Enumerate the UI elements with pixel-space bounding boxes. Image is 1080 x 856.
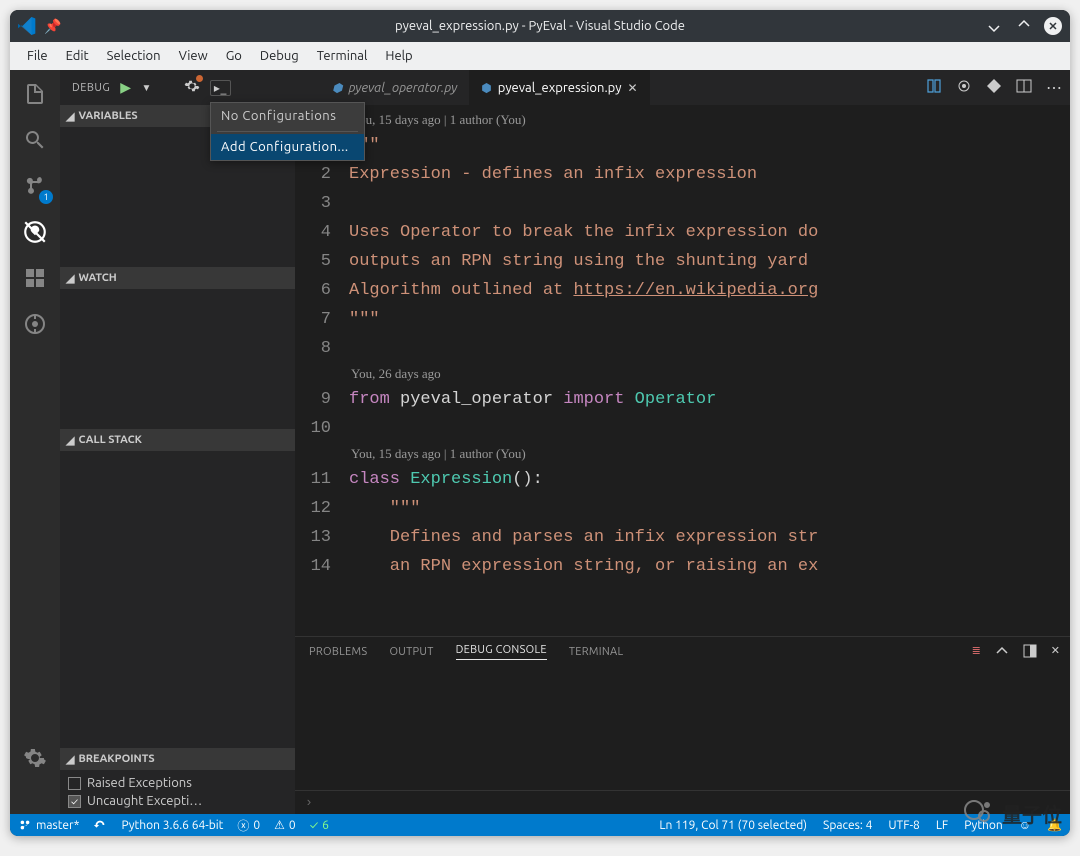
panel-tab-problems[interactable]: PROBLEMS [309,646,367,658]
section-callstack[interactable]: ◢CALL STACK [60,429,295,451]
maximize-button[interactable] [1014,16,1034,36]
minimize-button[interactable] [984,16,1004,36]
debug-console-body[interactable] [295,667,1070,790]
panel-tab-terminal[interactable]: TERMINAL [569,646,624,658]
close-button[interactable]: ✕ [1044,17,1062,35]
scm-icon[interactable]: 1 [21,172,49,200]
clear-console-icon[interactable]: ≣ [972,644,981,661]
watermark-logo-icon [962,798,998,828]
dropdown-no-config[interactable]: No Configurations [211,103,364,129]
explorer-icon[interactable] [21,80,49,108]
status-sync[interactable] [93,818,107,832]
diff-icon[interactable] [986,78,1002,98]
settings-icon[interactable] [21,744,49,772]
bottom-panel: PROBLEMS OUTPUT DEBUG CONSOLE TERMINAL ≣… [295,636,1070,814]
code-text[interactable]: You, 15 days ago | 1 author (You) """ Ex… [349,105,1000,636]
editor-area: ⬢ pyeval_operator.py ⬢ pyeval_expression… [295,70,1070,814]
menu-debug[interactable]: Debug [251,49,308,63]
codelens[interactable]: You, 15 days ago | 1 author (You) [349,443,1000,465]
debug-console-input[interactable]: › [295,790,1070,814]
status-spaces[interactable]: Spaces: 4 [823,819,872,832]
code-editor[interactable]: 1 2 3 4 5 6 7 8 9 10 11 12 13 14 [295,105,1070,636]
panel-tab-output[interactable]: OUTPUT [389,646,433,658]
scm-badge: 1 [39,190,53,204]
python-file-icon: ⬢ [332,81,342,95]
collapse-icon[interactable] [995,644,1009,661]
menubar: File Edit Selection View Go Debug Termin… [10,42,1070,70]
close-panel-icon[interactable]: ✕ [1051,644,1060,661]
sidebar-title: DEBUG [72,82,110,94]
status-branch[interactable]: master* [18,818,79,832]
split-editor-icon[interactable] [1016,78,1032,98]
status-errors[interactable]: ⓧ 0 [237,817,260,834]
gitlens-icon[interactable] [21,310,49,338]
section-watch[interactable]: ◢WATCH [60,267,295,289]
activity-bar: 1 [10,70,60,814]
tab-pyeval-expression[interactable]: ⬢ pyeval_expression.py ✕ [469,70,649,105]
menu-edit[interactable]: Edit [57,49,98,63]
section-breakpoints[interactable]: ◢BREAKPOINTS [60,748,295,770]
configure-button[interactable] [184,78,200,97]
codelens[interactable]: You, 15 days ago | 1 author (You) [349,109,1000,131]
menu-terminal[interactable]: Terminal [308,49,377,63]
menu-selection[interactable]: Selection [98,49,170,63]
watermark: 量子位 [962,798,1062,828]
tab-pyeval-operator[interactable]: ⬢ pyeval_operator.py [320,70,469,105]
pin-icon[interactable]: 📌 [44,18,61,35]
editor-tabs: ⬢ pyeval_operator.py ⬢ pyeval_expression… [295,70,1070,105]
extensions-icon[interactable] [21,264,49,292]
tab-close-button[interactable]: ✕ [627,81,637,95]
config-dropdown-menu: No Configurations Add Configuration... [210,102,365,161]
dropdown-add-config[interactable]: Add Configuration... [211,134,364,160]
status-checks[interactable]: ✓ 6 [310,819,329,832]
status-python[interactable]: Python 3.6.6 64-bit [121,819,223,832]
checkbox-checked-icon[interactable]: ✓ [68,795,81,808]
breakpoint-raised[interactable]: Raised Exceptions [68,774,287,792]
compare-icon[interactable] [926,78,942,98]
debug-console-toggle[interactable]: ▸_ [210,80,231,96]
line-numbers: 1 2 3 4 5 6 7 8 9 10 11 12 13 14 [295,105,349,636]
panel-tab-debugconsole[interactable]: DEBUG CONSOLE [456,644,547,660]
menu-help[interactable]: Help [376,49,421,63]
menu-file[interactable]: File [18,49,57,63]
checkbox-unchecked-icon[interactable] [68,777,81,790]
config-dropdown-button[interactable]: ▼ [142,82,152,94]
codelens[interactable]: You, 26 days ago [349,363,1000,385]
minimap[interactable] [1000,105,1070,636]
start-debug-button[interactable]: ▶ [120,79,131,96]
vscode-icon [18,17,36,35]
debug-icon[interactable] [21,218,49,246]
status-warnings[interactable]: ⚠ 0 [274,818,296,832]
more-icon[interactable]: ⋯ [1046,78,1062,98]
menu-view[interactable]: View [170,49,217,63]
python-file-icon: ⬢ [481,81,491,95]
window-title: pyeval_expression.py - PyEval - Visual S… [395,19,685,33]
status-encoding[interactable]: UTF-8 [888,819,919,832]
breakpoint-uncaught[interactable]: ✓Uncaught Excepti… [68,792,287,810]
statusbar: master* Python 3.6.6 64-bit ⓧ 0 ⚠ 0 ✓ 6 … [10,814,1070,836]
titlebar: 📌 pyeval_expression.py - PyEval - Visual… [10,10,1070,42]
gitlens-toggle-icon[interactable] [956,78,972,98]
maximize-panel-icon[interactable] [1023,644,1037,661]
debug-sidebar: DEBUG ▶ ▼ ▸_ No Configurations Add Confi… [60,70,295,814]
status-position[interactable]: Ln 119, Col 71 (70 selected) [659,819,807,832]
search-icon[interactable] [21,126,49,154]
menu-go[interactable]: Go [217,49,251,63]
status-eol[interactable]: LF [936,819,948,832]
